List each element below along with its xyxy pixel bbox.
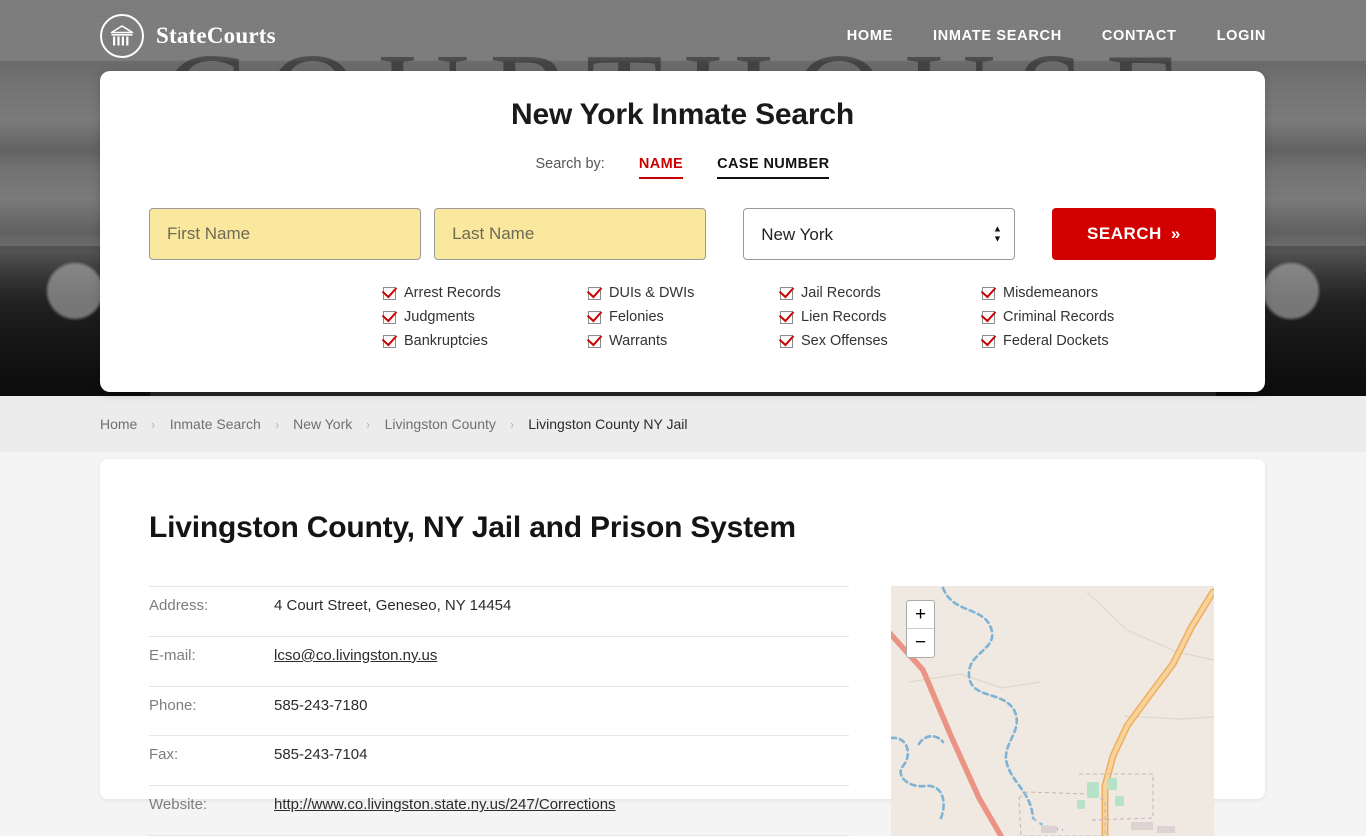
brand-logo-link[interactable]: StateCourts xyxy=(100,14,276,58)
info-key: Fax: xyxy=(149,735,274,787)
record-type-label: Sex Offenses xyxy=(801,333,888,349)
breadcrumb-item-new-york[interactable]: New York xyxy=(293,416,352,432)
nav-item-login[interactable]: LOGIN xyxy=(1217,28,1266,44)
breadcrumb-item-livingston-county[interactable]: Livingston County xyxy=(385,416,496,432)
checkmark-icon xyxy=(383,334,396,348)
record-type-label: Judgments xyxy=(404,309,475,325)
checkmark-icon xyxy=(982,334,995,348)
breadcrumb: Home › Inmate Search › New York › Living… xyxy=(100,416,688,432)
record-type-item: Misdemeanors xyxy=(982,285,1114,301)
facility-info-table: Address: 4 Court Street, Geneseo, NY 144… xyxy=(149,586,849,836)
record-type-label: Jail Records xyxy=(801,285,881,301)
breadcrumb-bar: Home › Inmate Search › New York › Living… xyxy=(0,396,1366,452)
record-type-item: Warrants xyxy=(588,333,780,349)
table-row: Fax: 585-243-7104 xyxy=(149,735,849,787)
search-button-label: SEARCH xyxy=(1087,224,1162,243)
record-type-item: Federal Dockets xyxy=(982,333,1114,349)
chevron-right-icon: › xyxy=(366,416,371,432)
info-key: Website: xyxy=(149,785,274,836)
record-type-item: Jail Records xyxy=(780,285,982,301)
info-value-address: 4 Court Street, Geneseo, NY 14454 xyxy=(274,586,849,637)
table-row: E-mail: lcso@co.livingston.ny.us xyxy=(149,636,849,687)
checkmark-icon xyxy=(780,334,793,348)
record-type-label: Lien Records xyxy=(801,309,887,325)
checkmark-icon xyxy=(982,286,995,300)
double-chevron-right-icon: » xyxy=(1170,224,1181,243)
info-key: Phone: xyxy=(149,686,274,737)
location-map[interactable]: + − xyxy=(891,586,1214,836)
checkmark-icon xyxy=(383,310,396,324)
page-title: Livingston County, NY Jail and Prison Sy… xyxy=(149,511,796,544)
info-key: E-mail: xyxy=(149,636,274,687)
breadcrumb-item-inmate-search[interactable]: Inmate Search xyxy=(170,416,261,432)
table-row: Address: 4 Court Street, Geneseo, NY 144… xyxy=(149,586,849,637)
nav-item-contact[interactable]: CONTACT xyxy=(1102,28,1177,44)
info-value-fax: 585-243-7104 xyxy=(274,735,849,787)
website-link[interactable]: http://www.co.livingston.state.ny.us/247… xyxy=(274,796,616,813)
chevron-right-icon: › xyxy=(151,416,156,432)
info-value-email: lcso@co.livingston.ny.us xyxy=(274,636,849,687)
checkmark-icon xyxy=(982,310,995,324)
record-type-item: Lien Records xyxy=(780,309,982,325)
nav-item-home[interactable]: HOME xyxy=(847,28,893,44)
chevron-right-icon: › xyxy=(275,416,279,432)
table-row: Phone: 585-243-7180 xyxy=(149,686,849,737)
breadcrumb-item-current: Livingston County NY Jail xyxy=(528,416,688,432)
search-button[interactable]: SEARCH » xyxy=(1051,208,1216,260)
checkmark-icon xyxy=(588,310,601,324)
record-type-item: Felonies xyxy=(588,309,780,325)
last-name-input[interactable] xyxy=(434,208,707,260)
record-type-label: Misdemeanors xyxy=(1003,285,1099,301)
facility-detail-card: Livingston County, NY Jail and Prison Sy… xyxy=(100,459,1265,836)
inmate-search-card: New York Inmate Search Search by: NAME C… xyxy=(100,71,1265,392)
info-key: Address: xyxy=(149,586,274,637)
top-navigation-bar: StateCourts HOME INMATE SEARCH CONTACT L… xyxy=(0,0,1366,72)
record-type-item: Arrest Records xyxy=(383,285,588,301)
checkmark-icon xyxy=(588,286,601,300)
nav-item-inmate-search[interactable]: INMATE SEARCH xyxy=(933,28,1062,44)
search-form: New York ▲▼ SEARCH » xyxy=(100,208,1265,260)
state-select[interactable]: New York xyxy=(743,208,1015,260)
courthouse-circle-icon xyxy=(100,14,144,58)
record-type-item: DUIs & DWIs xyxy=(588,285,780,301)
record-type-label: Bankruptcies xyxy=(404,333,488,349)
record-type-label: Felonies xyxy=(609,309,664,325)
chevron-right-icon: › xyxy=(510,416,514,432)
record-type-item: Judgments xyxy=(383,309,588,325)
map-tiles xyxy=(891,586,1214,836)
map-zoom-out-button[interactable]: − xyxy=(907,629,934,657)
search-by-tabs: Search by: NAME CASE NUMBER xyxy=(100,156,1265,179)
checkmark-icon xyxy=(383,286,396,300)
map-zoom-controls[interactable]: + − xyxy=(906,600,935,658)
record-type-label: DUIs & DWIs xyxy=(609,285,695,301)
record-types-list: Arrest Records DUIs & DWIs Jail Records … xyxy=(100,285,1265,349)
record-type-item: Criminal Records xyxy=(982,309,1114,325)
table-row: Website: http://www.co.livingston.state.… xyxy=(149,785,849,836)
map-zoom-in-button[interactable]: + xyxy=(907,601,934,629)
tab-case-number[interactable]: CASE NUMBER xyxy=(717,156,830,179)
record-type-item: Bankruptcies xyxy=(383,333,588,349)
state-select-wrapper: New York ▲ ▼ xyxy=(743,208,1015,260)
checkmark-icon xyxy=(588,334,601,348)
tab-name[interactable]: NAME xyxy=(638,156,684,179)
info-value-website: http://www.co.livingston.state.ny.us/247… xyxy=(274,785,849,836)
record-type-label: Arrest Records xyxy=(404,285,501,301)
email-link[interactable]: lcso@co.livingston.ny.us xyxy=(274,647,437,664)
facility-body: Address: 4 Court Street, Geneseo, NY 144… xyxy=(100,586,1265,836)
main-nav: HOME INMATE SEARCH CONTACT LOGIN xyxy=(847,28,1266,44)
first-name-input[interactable] xyxy=(149,208,422,260)
record-type-item: Sex Offenses xyxy=(780,333,982,349)
record-type-label: Criminal Records xyxy=(1003,309,1115,325)
checkmark-icon xyxy=(780,286,793,300)
info-value-phone: 585-243-7180 xyxy=(274,686,849,737)
search-card-title: New York Inmate Search xyxy=(511,98,854,131)
record-type-label: Warrants xyxy=(609,333,668,349)
breadcrumb-item-home[interactable]: Home xyxy=(100,416,137,432)
checkmark-icon xyxy=(780,310,793,324)
brand-name-text: StateCourts xyxy=(156,23,276,48)
record-type-label: Federal Dockets xyxy=(1003,333,1109,349)
search-by-label: Search by: xyxy=(535,156,605,172)
